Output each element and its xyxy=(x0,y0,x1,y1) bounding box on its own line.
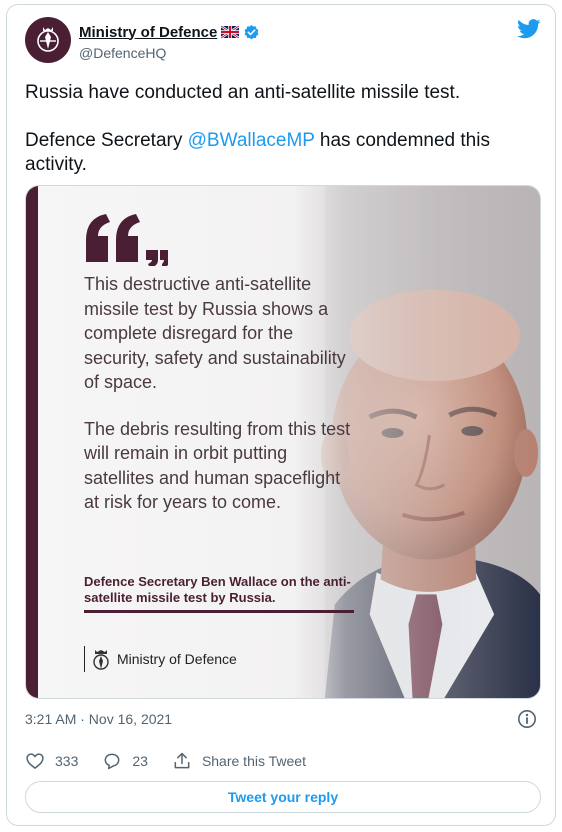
reply-action-button[interactable]: 23 xyxy=(102,751,148,771)
display-name[interactable]: Ministry of Defence xyxy=(79,24,217,41)
union-jack-flag-icon xyxy=(221,26,240,38)
verified-badge-icon xyxy=(244,24,259,39)
tweet-media-image[interactable]: This destructive anti-satellite missile … xyxy=(25,185,541,699)
mod-crest-icon xyxy=(93,650,109,670)
avatar[interactable] xyxy=(25,17,71,63)
twitter-bird-icon[interactable] xyxy=(517,19,541,39)
name-row: Ministry of Defence xyxy=(79,22,260,42)
tweet-line-2-prefix: Defence Secretary xyxy=(25,130,188,151)
mention-link[interactable]: @BWallaceMP xyxy=(188,130,315,151)
quote-attribution: Defence Secretary Ben Wallace on the ant… xyxy=(84,574,351,605)
tweet-line-1: Russia have conducted an anti-satellite … xyxy=(25,82,461,103)
share-button[interactable]: Share this Tweet xyxy=(172,751,306,771)
tweet-timestamp[interactable]: 3:21 AM · Nov 16, 2021 xyxy=(25,711,172,727)
reply-count: 23 xyxy=(132,753,148,769)
logo-divider xyxy=(84,646,85,672)
quotation-mark-icon xyxy=(86,214,168,266)
maroon-side-bar xyxy=(26,186,38,698)
attribution-divider xyxy=(84,610,354,613)
like-button[interactable]: 333 xyxy=(25,751,78,771)
share-upload-icon xyxy=(174,752,190,769)
quote-paragraph-1: This destructive anti-satellite missile … xyxy=(84,274,346,392)
info-icon[interactable] xyxy=(517,709,537,729)
tweet-line-2: Defence Secretary @BWallaceMP has condem… xyxy=(25,129,535,177)
quote-text: This destructive anti-satellite missile … xyxy=(84,272,354,515)
tweet-text: Russia have conducted an anti-satellite … xyxy=(25,81,535,177)
like-count: 333 xyxy=(55,753,79,769)
account-handle[interactable]: @DefenceHQ xyxy=(79,45,166,61)
tweet-your-reply-button[interactable]: Tweet your reply xyxy=(25,781,541,813)
reply-bubble-icon xyxy=(104,753,120,770)
tweet-actions: 333 23 Share this Tweet xyxy=(25,749,330,773)
mod-logo-text: Ministry of Defence xyxy=(117,651,237,667)
tweet-card: Ministry of Defence @DefenceHQ Russia ha… xyxy=(6,4,556,826)
mod-logo: Ministry of Defence xyxy=(84,644,237,674)
quote-paragraph-2: The debris resulting from this test will… xyxy=(84,418,351,513)
share-label: Share this Tweet xyxy=(201,753,306,769)
heart-icon xyxy=(26,753,44,769)
mod-crest-icon xyxy=(37,27,59,52)
